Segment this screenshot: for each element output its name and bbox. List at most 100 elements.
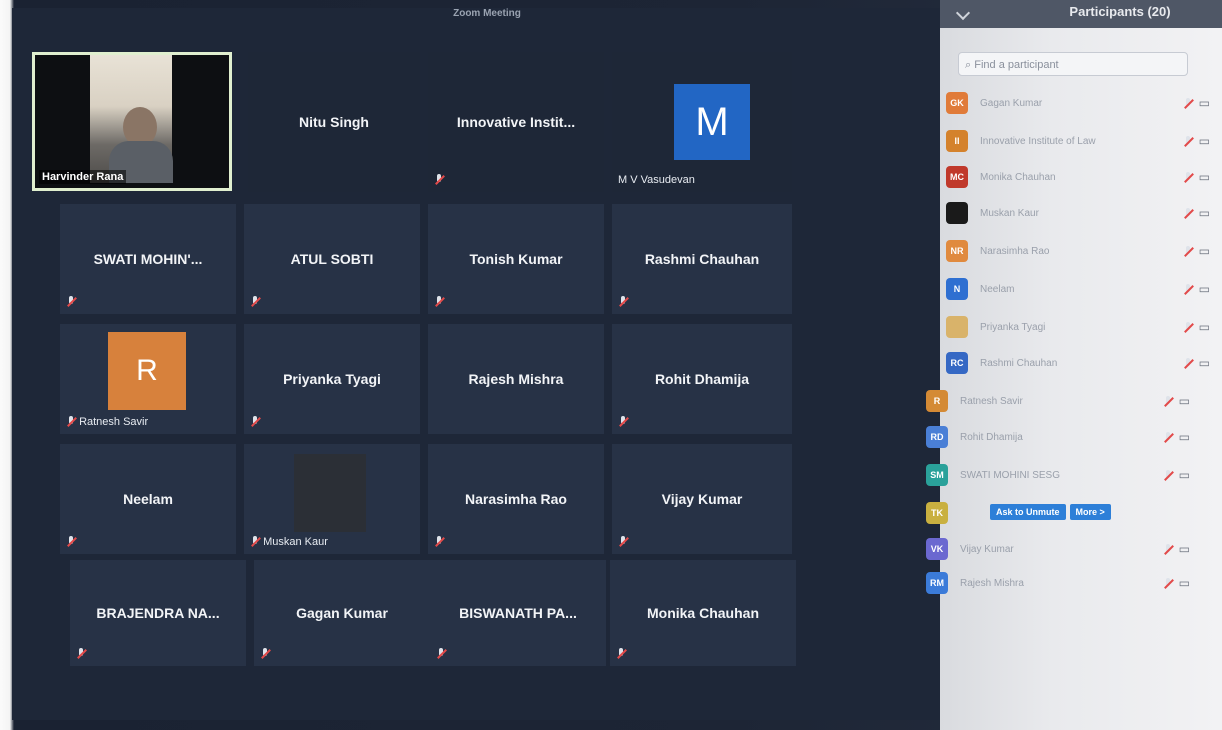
muted-mic-icon[interactable] bbox=[1183, 135, 1193, 148]
participant-row[interactable]: TK Ask to Unmute More > bbox=[926, 496, 1196, 532]
tile-name: Priyanka Tyagi bbox=[283, 371, 381, 387]
video-tile-harvinder-rana[interactable]: Harvinder Rana bbox=[32, 52, 232, 191]
muted-mic-icon[interactable] bbox=[1183, 321, 1193, 334]
mic-video-icons: ▭ bbox=[1183, 356, 1210, 370]
muted-mic-icon bbox=[618, 416, 628, 428]
video-off-icon[interactable]: ▭ bbox=[1179, 394, 1190, 408]
mic-video-icons: ▭ bbox=[1163, 576, 1190, 590]
muted-mic-indicator: Muskan Kaur bbox=[250, 536, 328, 548]
video-off-icon[interactable]: ▭ bbox=[1199, 96, 1210, 110]
muted-mic-icon bbox=[618, 296, 628, 308]
muted-mic-icon bbox=[618, 536, 628, 548]
participant-row[interactable]: SM SWATI MOHINI SESG ▭ bbox=[926, 458, 1196, 494]
participant-row[interactable]: NR Narasimha Rao ▭ bbox=[946, 234, 1216, 270]
muted-mic-icon[interactable] bbox=[1183, 283, 1193, 296]
video-tile-nitu-singh[interactable]: Nitu Singh bbox=[248, 52, 420, 192]
video-off-icon[interactable]: ▭ bbox=[1199, 356, 1210, 370]
muted-mic-icon[interactable] bbox=[1163, 577, 1173, 590]
participant-avatar: II bbox=[946, 130, 968, 152]
muted-mic-icon[interactable] bbox=[1163, 431, 1173, 444]
participants-header: Participants (20) bbox=[940, 0, 1222, 28]
video-off-icon[interactable]: ▭ bbox=[1179, 576, 1190, 590]
participant-row[interactable]: R Ratnesh Savir ▭ bbox=[926, 384, 1196, 420]
mic-video-icons: ▭ bbox=[1163, 468, 1190, 482]
mic-video-icons: ▭ bbox=[1183, 206, 1210, 220]
participant-row[interactable]: MC Monika Chauhan ▭ bbox=[946, 160, 1216, 196]
video-tile-rohit-dhamija[interactable]: Rohit Dhamija bbox=[612, 324, 792, 434]
avatar bbox=[294, 454, 366, 532]
participant-row[interactable]: N Neelam ▭ bbox=[946, 272, 1216, 308]
video-off-icon[interactable]: ▭ bbox=[1199, 170, 1210, 184]
muted-mic-icon[interactable] bbox=[1183, 357, 1193, 370]
participant-avatar: NR bbox=[946, 240, 968, 262]
muted-mic-indicator bbox=[436, 648, 446, 660]
video-tile-rashmi-chauhan[interactable]: Rashmi Chauhan bbox=[612, 204, 792, 314]
video-tile-rajesh-mishra[interactable]: Rajesh Mishra bbox=[428, 324, 604, 434]
participant-name: Narasimha Rao bbox=[980, 246, 1050, 257]
video-tile-priyanka-tyagi[interactable]: Priyanka Tyagi bbox=[244, 324, 420, 434]
video-tile-narasimha-rao[interactable]: Narasimha Rao bbox=[428, 444, 604, 554]
mic-video-icons: ▭ bbox=[1163, 542, 1190, 556]
video-tile-muskan-kaur[interactable]: Muskan Kaur bbox=[244, 444, 420, 554]
video-off-icon[interactable]: ▭ bbox=[1199, 134, 1210, 148]
participant-row[interactable]: VK Vijay Kumar ▭ bbox=[926, 532, 1196, 568]
video-tile-tonish-kumar[interactable]: Tonish Kumar bbox=[428, 204, 604, 314]
participant-avatar: SM bbox=[926, 464, 948, 486]
participant-avatar: GK bbox=[946, 92, 968, 114]
muted-mic-icon[interactable] bbox=[1163, 395, 1173, 408]
video-tile-ratnesh-savir[interactable]: R Ratnesh Savir bbox=[60, 324, 236, 434]
chevron-down-icon[interactable] bbox=[955, 5, 971, 21]
tile-name: BRAJENDRA NA... bbox=[96, 605, 220, 621]
video-tile-mv-vasudevan[interactable]: M M V Vasudevan bbox=[612, 52, 792, 192]
panel-footer bbox=[940, 708, 1222, 730]
mic-video-icons: ▭ bbox=[1163, 394, 1190, 408]
video-tile-vijay-kumar[interactable]: Vijay Kumar bbox=[612, 444, 792, 554]
participant-avatar: N bbox=[946, 278, 968, 300]
participant-row[interactable]: Priyanka Tyagi ▭ bbox=[946, 310, 1216, 346]
tile-name: Monika Chauhan bbox=[646, 605, 759, 621]
participant-row[interactable]: RC Rashmi Chauhan ▭ bbox=[946, 346, 1216, 382]
tile-name: Vijay Kumar bbox=[661, 491, 743, 507]
video-tile-brajendra[interactable]: BRAJENDRA NA... bbox=[70, 560, 246, 666]
video-off-icon[interactable]: ▭ bbox=[1199, 282, 1210, 296]
participant-search-input[interactable]: ⌕ Find a participant bbox=[958, 52, 1188, 76]
muted-mic-icon[interactable] bbox=[1183, 97, 1193, 110]
participant-row[interactable]: RM Rajesh Mishra ▭ bbox=[926, 566, 1196, 602]
participant-name: Vijay Kumar bbox=[960, 544, 1014, 555]
video-tile-neelam[interactable]: Neelam bbox=[60, 444, 236, 554]
tile-name: Rashmi Chauhan bbox=[644, 251, 760, 267]
participants-title: Participants (20) bbox=[1069, 4, 1171, 19]
muted-mic-icon[interactable] bbox=[1163, 543, 1173, 556]
muted-mic-indicator bbox=[434, 536, 444, 548]
ask-to-unmute-button[interactable]: Ask to Unmute bbox=[990, 504, 1066, 520]
muted-mic-icon[interactable] bbox=[1163, 469, 1173, 482]
tile-name: Rohit Dhamija bbox=[654, 371, 750, 387]
video-off-icon[interactable]: ▭ bbox=[1199, 206, 1210, 220]
muted-mic-icon[interactable] bbox=[1183, 171, 1193, 184]
mic-video-icons: ▭ bbox=[1163, 430, 1190, 444]
participant-row[interactable]: GK Gagan Kumar ▭ bbox=[946, 86, 1216, 122]
participant-name: Gagan Kumar bbox=[980, 98, 1043, 109]
video-tile-swati-mohini[interactable]: SWATI MOHIN'... bbox=[60, 204, 236, 314]
video-off-icon[interactable]: ▭ bbox=[1199, 244, 1210, 258]
video-off-icon[interactable]: ▭ bbox=[1199, 320, 1210, 334]
tile-name: BISWANATH PA... bbox=[459, 605, 577, 621]
muted-mic-icon[interactable] bbox=[1183, 207, 1193, 220]
video-tile-atul-sobti[interactable]: ATUL SOBTI bbox=[244, 204, 420, 314]
video-tile-biswanath[interactable]: BISWANATH PA... bbox=[430, 560, 606, 666]
participant-name: Rohit Dhamija bbox=[960, 432, 1023, 443]
video-off-icon[interactable]: ▭ bbox=[1179, 542, 1190, 556]
muted-mic-icon bbox=[76, 648, 86, 660]
video-off-icon[interactable]: ▭ bbox=[1179, 468, 1190, 482]
video-off-icon[interactable]: ▭ bbox=[1179, 430, 1190, 444]
more-button[interactable]: More > bbox=[1069, 504, 1111, 520]
muted-mic-icon[interactable] bbox=[1183, 245, 1193, 258]
video-tile-monika-chauhan[interactable]: Monika Chauhan bbox=[610, 560, 796, 666]
hover-actions: Ask to Unmute More > bbox=[990, 504, 1115, 520]
participant-row[interactable]: RD Rohit Dhamija ▭ bbox=[926, 420, 1196, 456]
participant-row[interactable]: II Innovative Institute of Law ▭ bbox=[946, 124, 1216, 160]
participant-row[interactable]: Muskan Kaur ▭ bbox=[946, 196, 1216, 232]
video-tile-innovative-institute[interactable]: Innovative Instit... bbox=[428, 52, 604, 192]
video-tile-gagan-kumar[interactable]: Gagan Kumar bbox=[254, 560, 430, 666]
participant-name: Muskan Kaur bbox=[980, 208, 1039, 219]
